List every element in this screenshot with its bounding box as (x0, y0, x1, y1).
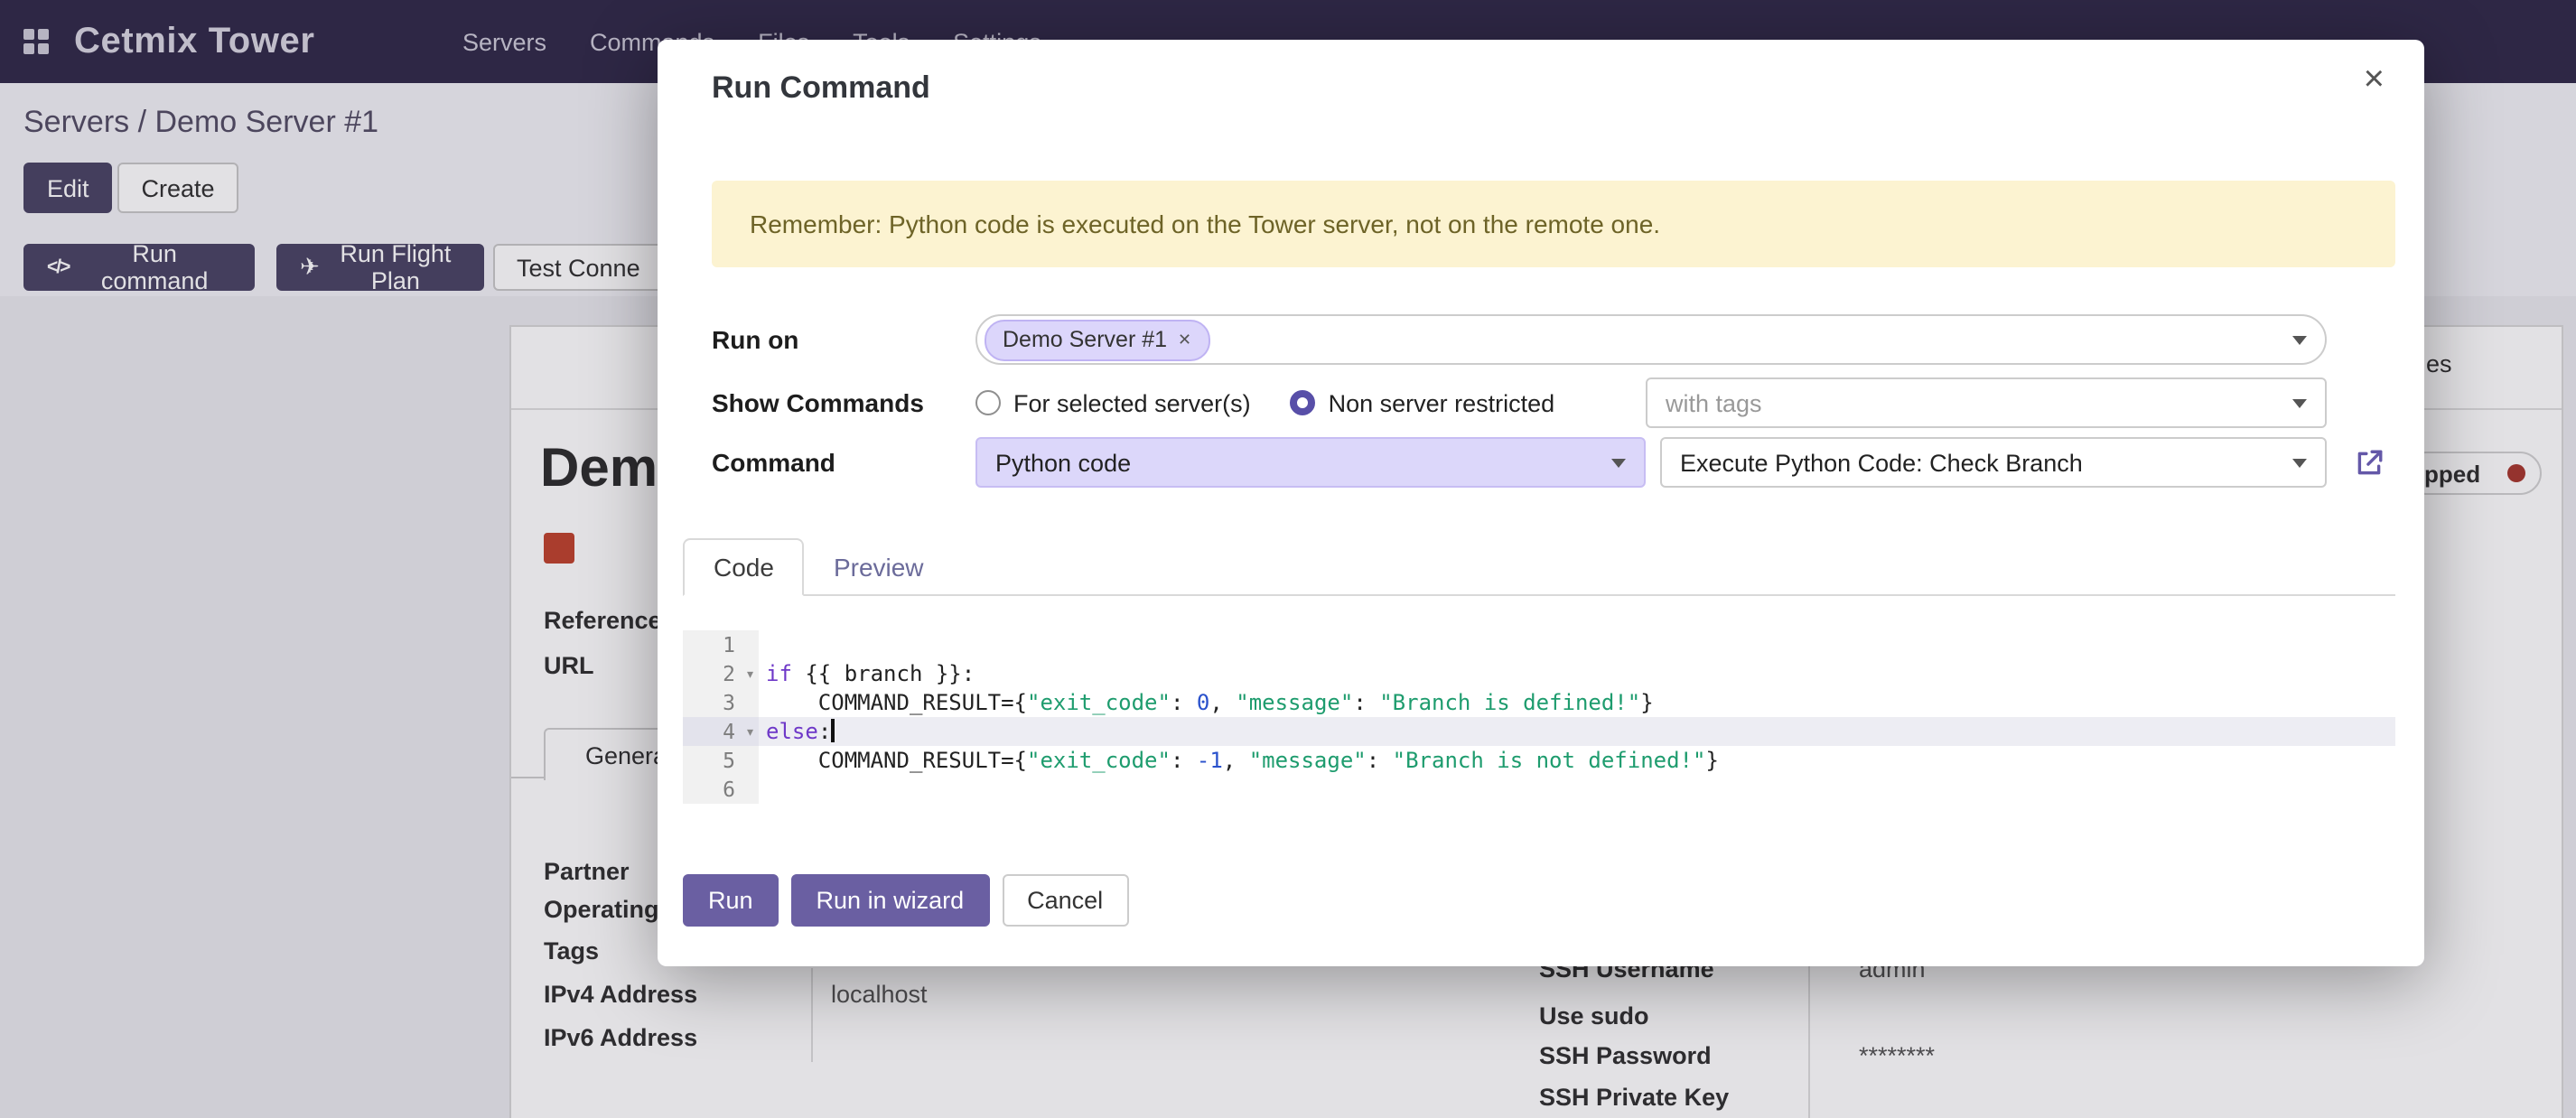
gutter-line-2: 2▾ (683, 659, 759, 688)
dialog-footer: Run Run in wizard Cancel (683, 874, 1128, 927)
gutter-line-1: 1 (683, 630, 759, 659)
run-button[interactable]: Run (683, 874, 779, 927)
code-line-2[interactable]: if {{ branch }}: (759, 659, 2395, 688)
chevron-down-icon (1611, 459, 1626, 468)
radio-non-server-restricted[interactable] (1291, 390, 1316, 415)
run-on-field[interactable]: Demo Server #1 ✕ (975, 314, 2327, 365)
run-command-dialog: Run Command × Remember: Python code is e… (658, 40, 2424, 966)
tab-code[interactable]: Code (683, 538, 805, 596)
gutter-line-3: 3 (683, 688, 759, 717)
gutter-line-6: 6 (683, 775, 759, 804)
code-line-3[interactable]: COMMAND_RESULT={"exit_code": 0, "message… (759, 688, 2395, 717)
code-line-6[interactable] (759, 775, 2395, 804)
command-select[interactable]: Execute Python Code: Check Branch (1660, 437, 2327, 488)
code-editor[interactable]: 12▾34▾56 if {{ branch }}: COMMAND_RESULT… (683, 630, 2395, 806)
fold-caret-icon[interactable]: ▾ (745, 661, 755, 690)
editor-gutter: 12▾34▾56 (683, 630, 759, 804)
chip-remove-icon[interactable]: ✕ (1178, 330, 1191, 349)
tab-bar: Code Preview (683, 538, 2395, 596)
gutter-line-5: 5 (683, 746, 759, 775)
text-cursor (831, 719, 834, 742)
run-on-label: Run on (712, 325, 975, 354)
warning-alert: Remember: Python code is executed on the… (712, 181, 2395, 267)
radio-non-server-restricted-label[interactable]: Non server restricted (1329, 389, 1555, 416)
code-line-4[interactable]: else: (759, 717, 2395, 746)
run-in-wizard-button[interactable]: Run in wizard (791, 874, 990, 927)
code-line-1[interactable] (759, 630, 2395, 659)
tags-select-placeholder: with tags (1666, 389, 1762, 416)
command-label: Command (712, 448, 975, 477)
page: Cetmix Tower ServersCommandsFilesToolsSe… (0, 0, 2576, 1118)
chevron-down-icon (2292, 459, 2307, 468)
server-chip: Demo Server #1 ✕ (985, 319, 1209, 360)
cancel-button[interactable]: Cancel (1002, 874, 1128, 927)
chevron-down-icon (2292, 399, 2307, 408)
run-command-form: Run on Demo Server #1 ✕ Show Commands Fo… (658, 314, 2424, 488)
code-line-5[interactable]: COMMAND_RESULT={"exit_code": -1, "messag… (759, 746, 2395, 775)
command-value: Execute Python Code: Check Branch (1680, 449, 2083, 476)
radio-selected-servers[interactable] (975, 390, 1001, 415)
tab-preview[interactable]: Preview (805, 540, 953, 594)
editor-code[interactable]: if {{ branch }}: COMMAND_RESULT={"exit_c… (759, 630, 2395, 804)
fold-caret-icon[interactable]: ▾ (745, 719, 755, 748)
command-type-value: Python code (995, 449, 1131, 476)
external-link-icon[interactable] (2354, 448, 2385, 488)
tags-select[interactable]: with tags (1646, 377, 2327, 428)
server-chip-label: Demo Server #1 (1003, 327, 1167, 352)
gutter-line-4: 4▾ (683, 717, 759, 746)
command-type-select[interactable]: Python code (975, 437, 1646, 488)
close-icon[interactable]: × (2364, 61, 2385, 98)
radio-selected-servers-label[interactable]: For selected server(s) (1013, 389, 1251, 416)
dialog-title: Run Command (658, 40, 2424, 107)
show-commands-options: For selected server(s) Non server restri… (975, 389, 1554, 416)
chevron-down-icon (2292, 336, 2307, 345)
show-commands-label: Show Commands (712, 388, 975, 417)
